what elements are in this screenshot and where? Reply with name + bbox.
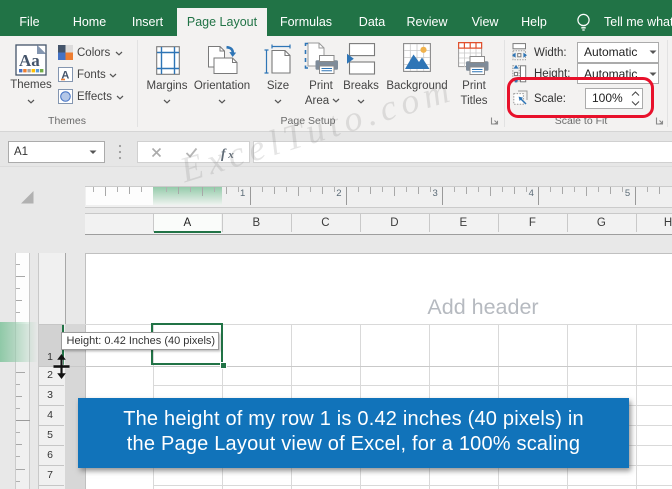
svg-text:Aa: Aa [19,51,40,70]
